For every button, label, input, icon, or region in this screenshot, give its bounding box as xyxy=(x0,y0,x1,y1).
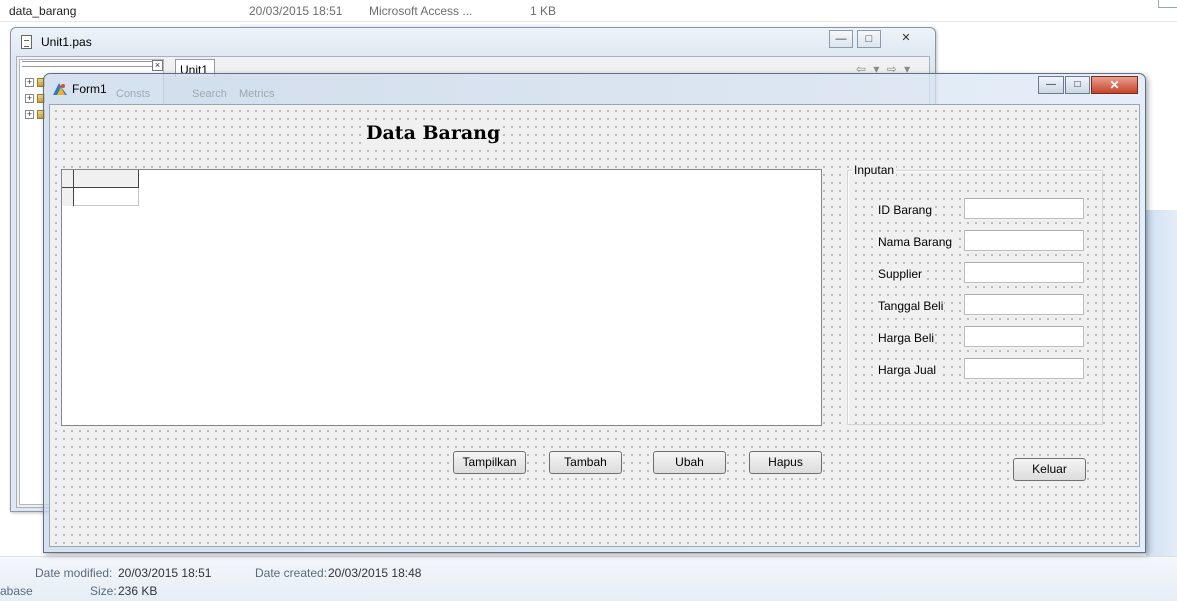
tampilkan-button[interactable]: Tampilkan xyxy=(453,451,526,474)
close-pane-icon[interactable]: × xyxy=(152,60,163,71)
id-barang-field[interactable] xyxy=(964,198,1084,219)
form1-window[interactable]: Form1 Consts Search Metrics — □ ✕ Data B… xyxy=(43,73,1146,553)
date-modified-label: Date modified: xyxy=(35,566,113,580)
data-grid[interactable] xyxy=(61,169,822,426)
file-type-value: abase xyxy=(0,584,33,598)
maximize-button[interactable]: □ xyxy=(1065,76,1090,94)
document-icon xyxy=(21,35,32,49)
hapus-button[interactable]: Hapus xyxy=(749,451,822,474)
minimize-button[interactable]: — xyxy=(1038,76,1064,94)
delphi-app-icon xyxy=(53,83,67,95)
date-created-value: 20/03/2015 18:48 xyxy=(328,566,422,580)
details-pane: Date modified: 20/03/2015 18:51 Date cre… xyxy=(0,556,1177,601)
harga-beli-label: Harga Beli xyxy=(877,331,936,345)
background-ghost-text: Search xyxy=(192,88,227,100)
background-ghost-text: Metrics xyxy=(239,88,275,100)
file-list-row[interactable]: data_barang 20/03/2015 18:51 Microsoft A… xyxy=(0,0,1177,22)
keluar-button[interactable]: Keluar xyxy=(1013,458,1086,481)
window-edge xyxy=(1158,0,1177,8)
tree-expand-icon[interactable]: + xyxy=(25,110,34,119)
grid-indicator-column xyxy=(62,188,74,206)
tambah-button[interactable]: Tambah xyxy=(549,451,622,474)
harga-beli-field[interactable] xyxy=(964,326,1084,347)
size-value: 236 KB xyxy=(118,584,158,598)
harga-jual-field[interactable] xyxy=(964,358,1084,379)
unit-window-title: Unit1.pas xyxy=(41,35,92,49)
form1-title: Form1 xyxy=(72,82,107,96)
pane-grip[interactable] xyxy=(22,61,152,67)
size-label: Size: xyxy=(90,584,117,598)
unit-window-titlebar[interactable]: Unit1.pas — □ ✕ xyxy=(11,28,935,56)
page-title: Data Barang xyxy=(364,122,503,144)
supplier-label: Supplier xyxy=(877,267,924,281)
harga-jual-label: Harga Jual xyxy=(877,363,938,377)
grid-header-row xyxy=(62,170,139,188)
close-button[interactable]: ✕ xyxy=(885,30,927,48)
nama-barang-label: Nama Barang xyxy=(877,235,954,249)
group-caption: Inputan xyxy=(852,163,897,177)
form1-titlebar[interactable]: Form1 Consts Search Metrics — □ ✕ xyxy=(44,74,1145,104)
tanggal-beli-field[interactable] xyxy=(964,294,1084,315)
input-group-box: Inputan ID Barang Nama Barang Supplier T… xyxy=(847,163,1103,425)
tree-expand-icon[interactable]: + xyxy=(25,78,34,87)
file-date-modified: 20/03/2015 18:51 xyxy=(249,4,343,18)
date-modified-value: 20/03/2015 18:51 xyxy=(118,566,212,580)
file-name: data_barang xyxy=(9,4,77,18)
maximize-button[interactable]: □ xyxy=(857,30,881,48)
minimize-button[interactable]: — xyxy=(829,30,853,48)
form1-client-area: Data Barang Inputan ID Barang Nama Baran… xyxy=(49,104,1140,547)
close-button[interactable]: ✕ xyxy=(1091,76,1138,94)
background-ghost-text: Consts xyxy=(116,88,151,100)
file-type: Microsoft Access ... xyxy=(369,4,473,18)
ubah-button[interactable]: Ubah xyxy=(653,451,726,474)
tanggal-beli-label: Tanggal Beli xyxy=(877,299,945,313)
date-created-label: Date created: xyxy=(255,566,328,580)
file-size: 1 KB xyxy=(530,4,557,18)
id-barang-label: ID Barang xyxy=(877,203,934,217)
supplier-field[interactable] xyxy=(964,262,1084,283)
tree-expand-icon[interactable]: + xyxy=(25,94,34,103)
explorer-background-panel xyxy=(1146,210,1177,556)
grid-cell[interactable] xyxy=(74,188,139,206)
nama-barang-field[interactable] xyxy=(964,230,1084,251)
